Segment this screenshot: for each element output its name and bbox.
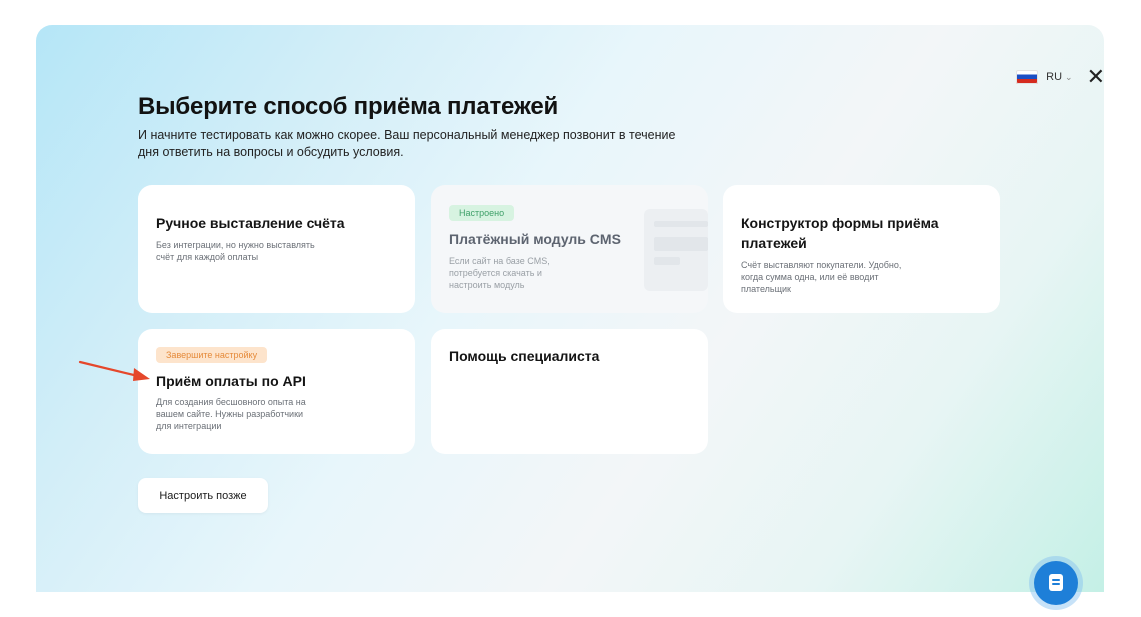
- close-icon[interactable]: ✕: [1087, 66, 1105, 88]
- chevron-down-icon: ⌄: [1065, 71, 1073, 82]
- language-label: RU: [1046, 71, 1063, 83]
- card-description: Если сайт на базе CMS, потребуется скача…: [449, 256, 550, 290]
- arrow-annotation-icon: [78, 360, 150, 381]
- card-specialist-help[interactable]: Помощь специалиста: [431, 329, 708, 454]
- card-title: Приём оплаты по API: [156, 373, 306, 389]
- card-title: Ручное выставление счёта: [156, 215, 345, 231]
- card-manual-invoice[interactable]: Ручное выставление счёта Без интеграции,…: [138, 185, 415, 313]
- status-badge-finish-setup: Завершите настройку: [156, 347, 268, 363]
- page-subtitle: И начните тестировать как можно скорее. …: [138, 128, 676, 159]
- russia-flag-icon[interactable]: [1016, 70, 1039, 84]
- chat-document-icon: [1049, 574, 1063, 591]
- card-cms-module[interactable]: Настроено Платёжный модуль CMS Если сайт…: [431, 185, 708, 313]
- card-description: Без интеграции, но нужно выставлять счёт…: [156, 240, 315, 262]
- support-chat-button[interactable]: [1034, 561, 1078, 605]
- card-description: Счёт выставляют покупатели. Удобно, когд…: [741, 260, 902, 294]
- card-description: Для создания бесшовного опыта на вашем с…: [156, 397, 306, 431]
- card-title: Помощь специалиста: [449, 348, 600, 364]
- language-selector[interactable]: RU ⌄: [1046, 71, 1072, 83]
- status-badge-configured: Настроено: [449, 205, 515, 221]
- card-title: Конструктор формы приёма платежей: [741, 215, 939, 251]
- card-form-builder[interactable]: Конструктор формы приёма платежей Счёт в…: [723, 185, 1000, 313]
- card-api-payment[interactable]: Завершите настройку Приём оплаты по API …: [138, 329, 415, 454]
- document-illustration-icon: [644, 209, 708, 291]
- configure-later-button[interactable]: Настроить позже: [138, 478, 268, 513]
- top-controls: RU ⌄ ✕: [1016, 66, 1105, 88]
- page-title: Выберите способ приёма платежей: [138, 93, 559, 120]
